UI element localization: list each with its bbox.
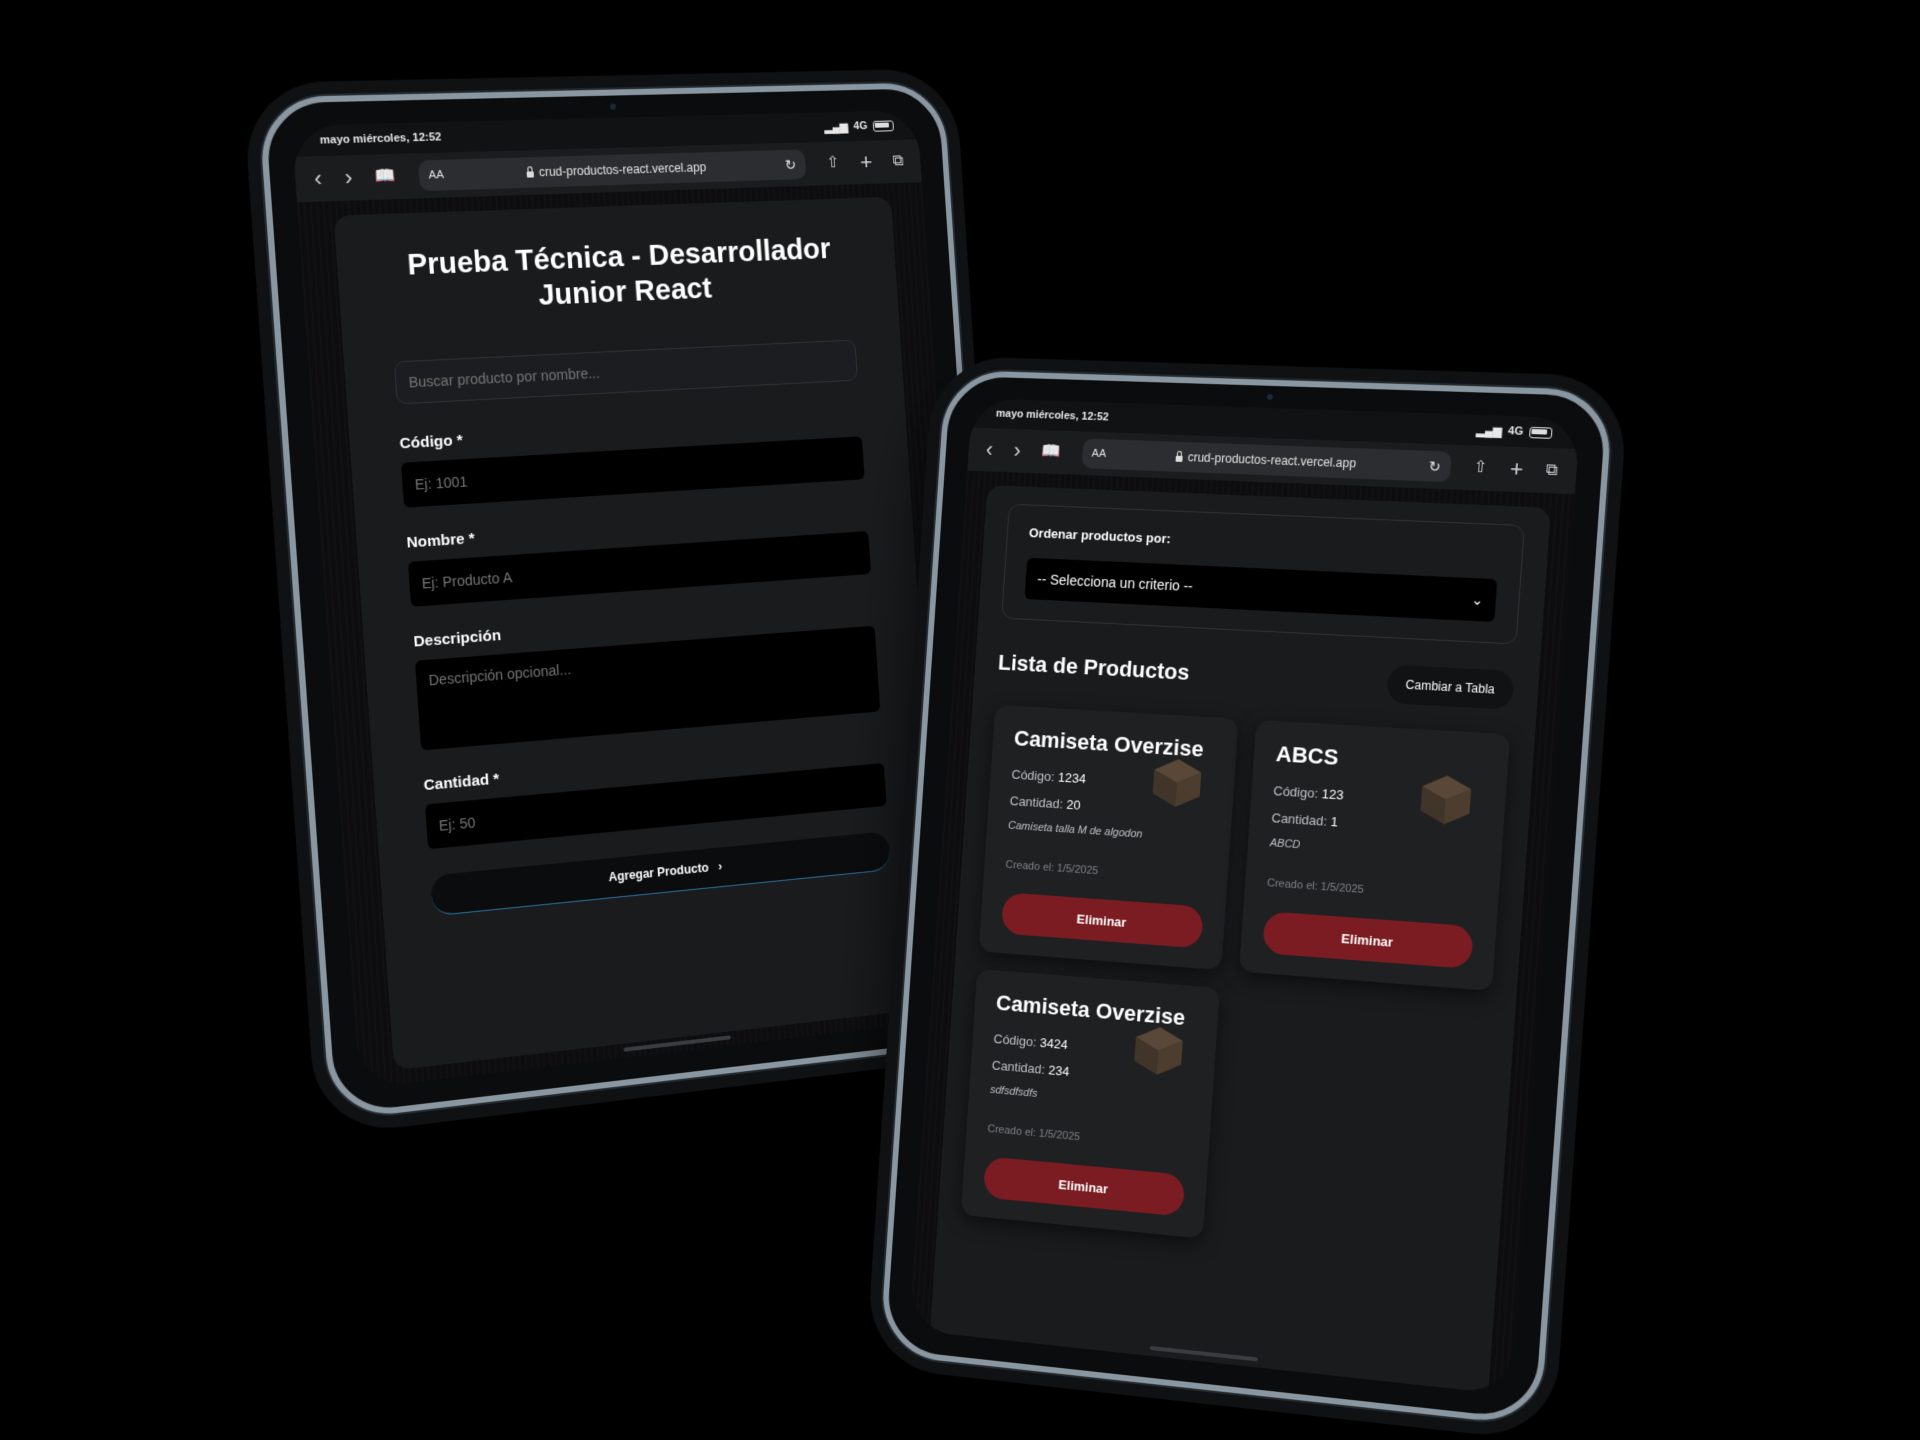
cantidad-value: 20 <box>1066 796 1082 813</box>
tabs-icon[interactable]: ⧉ <box>1545 461 1558 479</box>
created-value: 1/5/2025 <box>1320 880 1365 897</box>
back-icon[interactable]: ‹ <box>985 437 994 462</box>
forward-icon[interactable]: › <box>344 164 353 190</box>
box-icon <box>1151 757 1203 809</box>
sort-panel: Ordenar productos por: -- Selecciona un … <box>1001 503 1525 645</box>
page-content: Ordenar productos por: -- Selecciona un … <box>909 470 1575 1395</box>
status-indicators: ▂▄▆ 4G <box>1476 424 1553 440</box>
reader-aa-button[interactable]: AA <box>1091 448 1106 460</box>
sort-selected-value: -- Selecciona un criterio -- <box>1036 570 1194 595</box>
cantidad-prefix: Cantidad: <box>991 1057 1046 1077</box>
new-tab-icon[interactable]: + <box>859 149 873 174</box>
product-card: Camiseta Overzise Código: 3424 Cantidad:… <box>960 968 1221 1239</box>
codigo-prefix: Código: <box>1272 783 1319 801</box>
delete-button[interactable]: Eliminar <box>982 1156 1186 1217</box>
forward-icon[interactable]: › <box>1013 438 1022 463</box>
chevron-down-icon: ⌄ <box>1470 590 1485 608</box>
product-grid: Camiseta Overzise Código: 1234 Cantidad:… <box>960 704 1511 1265</box>
signal-icon: ▂▄▆ <box>1476 424 1503 438</box>
product-created: Creado el: 1/5/2025 <box>1005 859 1206 885</box>
camera-dot <box>1266 393 1274 401</box>
back-icon[interactable]: ‹ <box>313 165 322 191</box>
camera-dot <box>609 103 617 110</box>
page-content: Prueba Técnica - Desarrollador Junior Re… <box>296 182 978 1089</box>
list-header: Lista de Productos Cambiar a Tabla <box>997 644 1515 710</box>
product-created: Creado el: 1/5/2025 <box>987 1123 1188 1153</box>
product-name: ABCS <box>1275 741 1340 770</box>
list-title: Lista de Productos <box>997 649 1191 685</box>
search-input[interactable] <box>393 339 859 405</box>
product-name: Camiseta Overzise <box>1013 725 1205 762</box>
sort-select[interactable]: -- Selecciona un criterio -- ⌄ <box>1024 557 1498 622</box>
codigo-value: 1234 <box>1057 769 1087 787</box>
tabs-icon[interactable]: ⧉ <box>892 152 904 169</box>
created-prefix: Creado el: <box>987 1123 1037 1140</box>
product-list-section: Ordenar productos por: -- Selecciona un … <box>929 485 1552 1393</box>
created-prefix: Creado el: <box>1005 858 1055 875</box>
created-value: 1/5/2025 <box>1056 862 1099 878</box>
product-card: Camiseta Overzise Código: 1234 Cantidad:… <box>978 704 1239 971</box>
signal-label: 4G <box>853 120 868 133</box>
signal-icon: ▂▄▆ <box>824 121 849 134</box>
chevron-right-icon: › <box>717 859 723 874</box>
product-description: Camiseta talla M de algodon <box>1007 819 1143 841</box>
url-text: crud-productos-react.vercel.app <box>1187 450 1357 471</box>
product-name: Camiseta Overzise <box>995 990 1186 1031</box>
product-created: Creado el: 1/5/2025 <box>1267 877 1477 904</box>
tablet-form: mayo miércoles, 12:52 ▂▄▆ 4G ‹ › 📖 AA cr… <box>257 82 1007 1121</box>
status-time: mayo miércoles, 12:52 <box>319 131 442 147</box>
switch-to-table-button[interactable]: Cambiar a Tabla <box>1386 664 1515 710</box>
codigo-prefix: Código: <box>1011 766 1056 785</box>
screen: mayo miércoles, 12:52 ▂▄▆ 4G ‹ › 📖 AA cr… <box>909 398 1581 1395</box>
sort-label: Ordenar productos por: <box>1028 525 1172 547</box>
created-value: 1/5/2025 <box>1038 1127 1081 1144</box>
product-form-card: Prueba Técnica - Desarrollador Junior Re… <box>333 196 946 1071</box>
url-wrap: crud-productos-react.vercel.app <box>1175 450 1357 471</box>
screen: mayo miércoles, 12:52 ▂▄▆ 4G ‹ › 📖 AA cr… <box>291 110 978 1089</box>
url-text: crud-productos-react.vercel.app <box>538 160 707 180</box>
battery-icon <box>872 119 894 132</box>
lock-icon <box>1175 455 1183 462</box>
share-icon[interactable]: ⇧ <box>1473 459 1488 477</box>
tablet-list: mayo miércoles, 12:52 ▂▄▆ 4G ‹ › 📖 AA cr… <box>879 369 1614 1427</box>
signal-label: 4G <box>1507 425 1524 438</box>
reader-aa-button[interactable]: AA <box>428 169 444 182</box>
product-description: ABCD <box>1269 837 1301 852</box>
cantidad-value: 234 <box>1047 1062 1070 1079</box>
cantidad-value: 1 <box>1330 813 1339 830</box>
status-indicators: ▂▄▆ 4G <box>824 119 894 134</box>
created-prefix: Creado el: <box>1266 877 1319 893</box>
address-bar[interactable]: AA crud-productos-react.vercel.app ↻ <box>417 149 807 192</box>
codigo-value: 123 <box>1321 786 1345 803</box>
reload-icon[interactable]: ↻ <box>1428 458 1441 476</box>
codigo-value: 3424 <box>1039 1035 1069 1053</box>
url-wrap: crud-productos-react.vercel.app <box>526 160 707 180</box>
add-product-label: Agregar Producto <box>608 860 710 885</box>
cantidad-prefix: Cantidad: <box>1271 810 1328 829</box>
add-product-button[interactable]: Agregar Producto › <box>430 830 891 916</box>
status-time: mayo miércoles, 12:52 <box>995 407 1110 424</box>
new-tab-icon[interactable]: + <box>1509 456 1524 482</box>
delete-button[interactable]: Eliminar <box>1000 892 1204 949</box>
address-bar[interactable]: AA crud-productos-react.vercel.app ↻ <box>1081 438 1453 483</box>
battery-icon <box>1529 426 1553 439</box>
bookmarks-icon[interactable]: 📖 <box>375 167 397 185</box>
bookmarks-icon[interactable]: 📖 <box>1041 443 1061 460</box>
delete-button[interactable]: Eliminar <box>1262 911 1474 969</box>
share-icon[interactable]: ⇧ <box>826 154 840 171</box>
cantidad-prefix: Cantidad: <box>1009 793 1064 812</box>
lock-icon <box>526 171 535 178</box>
codigo-prefix: Código: <box>993 1031 1037 1050</box>
product-card: ABCS Código: 123 Cantidad: 1 ABCD Creado… <box>1239 719 1511 991</box>
page-title: Prueba Técnica - Desarrollador Junior Re… <box>406 233 832 312</box>
product-description: sdfsdfsdfs <box>989 1083 1038 1100</box>
reload-icon[interactable]: ↻ <box>784 156 796 173</box>
